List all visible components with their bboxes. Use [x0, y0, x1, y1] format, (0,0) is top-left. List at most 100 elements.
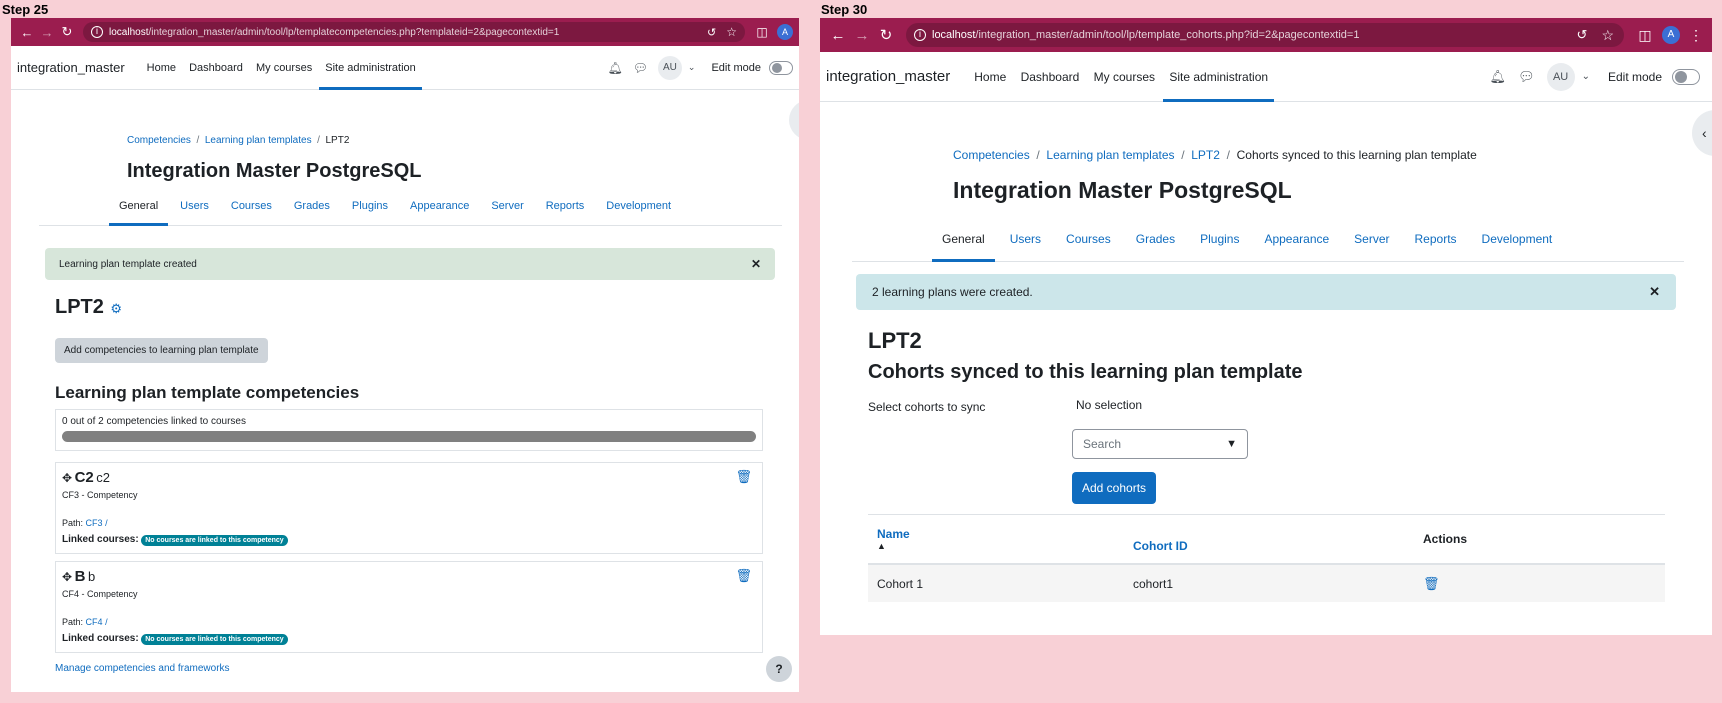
back-icon[interactable]: ←: [17, 25, 37, 40]
path-link[interactable]: CF3: [86, 518, 103, 528]
breadcrumb-competencies[interactable]: Competencies: [953, 148, 1030, 162]
site-title: Integration Master PostgreSQL: [953, 177, 1292, 203]
share-icon[interactable]: ↺: [707, 26, 716, 39]
breadcrumb-learning-plan-templates[interactable]: Learning plan templates: [205, 135, 312, 146]
competency-idnumber: b: [87, 569, 96, 584]
competency-shortname: C2: [74, 469, 94, 486]
breadcrumb-separator: /: [314, 135, 323, 146]
no-courses-badge: No courses are linked to this competency: [141, 535, 288, 546]
tab-courses[interactable]: Courses: [231, 200, 272, 212]
help-button[interactable]: ?: [766, 656, 792, 682]
back-icon[interactable]: ←: [826, 27, 850, 44]
sidepanel-icon[interactable]: ◫: [1634, 27, 1656, 44]
address-bar[interactable]: i localhost/integration_master/admin/too…: [906, 23, 1624, 47]
move-icon[interactable]: ✥: [62, 471, 72, 485]
breadcrumb-lpt2[interactable]: LPT2: [1191, 148, 1220, 162]
tab-server[interactable]: Server: [1354, 232, 1389, 246]
forward-icon[interactable]: →: [37, 25, 57, 40]
user-avatar[interactable]: AU: [1546, 62, 1575, 91]
cohort-id-column-header[interactable]: Cohort ID: [1124, 515, 1414, 565]
tab-general[interactable]: General: [932, 216, 995, 262]
tab-appearance[interactable]: Appearance: [1264, 232, 1329, 246]
sidepanel-icon[interactable]: ◫: [753, 25, 771, 39]
move-icon[interactable]: ✥: [62, 570, 72, 584]
share-icon[interactable]: ↺: [1577, 27, 1588, 43]
sort-asc-icon: ▲: [877, 541, 886, 551]
breadcrumb-competencies[interactable]: Competencies: [127, 135, 191, 146]
tab-reports[interactable]: Reports: [1415, 232, 1457, 246]
site-brand[interactable]: integration_master: [826, 68, 950, 85]
nav-site-administration[interactable]: Site administration: [319, 62, 422, 90]
primary-nav: Home Dashboard My courses Site administr…: [974, 70, 1274, 102]
competency-path: Path: CF3 /: [62, 518, 756, 528]
competency-item: ✥ C2 c2 CF3 - Competency Path: CF3 / Lin…: [55, 462, 763, 554]
edit-mode-toggle[interactable]: [1672, 68, 1700, 85]
name-column-header[interactable]: Name ▲: [868, 515, 1124, 565]
user-menu-chevron-icon[interactable]: ⌄: [1582, 71, 1590, 82]
tab-grades[interactable]: Grades: [294, 200, 330, 212]
path-link[interactable]: CF4: [86, 617, 103, 627]
chat-icon[interactable]: 💬︎: [1518, 69, 1535, 85]
trash-icon[interactable]: 🗑︎: [735, 469, 752, 485]
nav-site-administration[interactable]: Site administration: [1163, 70, 1274, 102]
right-screenshot: ← → ↻ i localhost/integration_master/adm…: [820, 18, 1712, 635]
nav-dashboard[interactable]: Dashboard: [1021, 70, 1080, 84]
nav-home[interactable]: Home: [974, 70, 1006, 84]
nav-my-courses[interactable]: My courses: [1094, 70, 1155, 84]
template-name: LPT2: [868, 328, 922, 353]
tab-general[interactable]: General: [108, 186, 169, 226]
alert-message: Learning plan template created: [59, 258, 197, 270]
site-info-icon[interactable]: i: [914, 29, 926, 41]
chat-icon[interactable]: 💬︎: [633, 61, 648, 75]
tab-users[interactable]: Users: [180, 200, 209, 212]
tab-server[interactable]: Server: [491, 200, 523, 212]
star-icon[interactable]: ☆: [726, 25, 737, 39]
close-icon[interactable]: ✕: [1649, 284, 1660, 300]
edit-mode-toggle[interactable]: [769, 60, 793, 75]
profile-icon[interactable]: A: [1662, 26, 1680, 44]
forward-icon[interactable]: →: [850, 27, 874, 44]
user-avatar[interactable]: AU: [657, 55, 682, 80]
address-bar[interactable]: i localhost/integration_master/admin/too…: [83, 22, 745, 42]
tab-grades[interactable]: Grades: [1136, 232, 1175, 246]
tab-development[interactable]: Development: [606, 200, 671, 212]
drawer-toggle-edge[interactable]: [789, 100, 799, 140]
star-icon[interactable]: ☆: [1601, 27, 1614, 44]
trash-icon[interactable]: 🗑︎: [1423, 576, 1440, 591]
progress-text: 0 out of 2 competencies linked to course…: [62, 416, 246, 427]
site-brand[interactable]: integration_master: [17, 60, 125, 75]
user-menu-chevron-icon[interactable]: ⌄: [688, 62, 696, 73]
progress-bar: [62, 431, 756, 442]
reload-icon[interactable]: ↻: [874, 26, 898, 44]
tab-users[interactable]: Users: [1010, 232, 1041, 246]
tab-development[interactable]: Development: [1482, 232, 1553, 246]
tab-plugins[interactable]: Plugins: [352, 200, 388, 212]
add-competencies-button[interactable]: Add competencies to learning plan templa…: [55, 338, 268, 363]
reload-icon[interactable]: ↻: [57, 24, 77, 40]
bell-icon[interactable]: 🔔︎: [607, 61, 622, 75]
tab-courses[interactable]: Courses: [1066, 232, 1111, 246]
manage-competencies-link[interactable]: Manage competencies and frameworks: [55, 663, 230, 674]
section-heading: Learning plan template competencies: [55, 383, 360, 402]
tab-reports[interactable]: Reports: [546, 200, 585, 212]
cohort-search-select[interactable]: Search ▼: [1072, 429, 1248, 459]
nav-my-courses[interactable]: My courses: [256, 62, 312, 74]
competency-heading: ✥ B b: [62, 568, 756, 585]
linked-courses: Linked courses: No courses are linked to…: [62, 633, 756, 645]
tab-appearance[interactable]: Appearance: [410, 200, 469, 212]
nav-dashboard[interactable]: Dashboard: [189, 62, 243, 74]
more-menu-icon[interactable]: ⋮: [1686, 27, 1706, 44]
bell-icon[interactable]: 🔔︎: [1490, 69, 1507, 85]
edit-mode-label: Edit mode: [1607, 69, 1662, 84]
tab-plugins[interactable]: Plugins: [1200, 232, 1239, 246]
nav-home[interactable]: Home: [147, 62, 176, 74]
add-cohorts-button[interactable]: Add cohorts: [1072, 472, 1157, 504]
gear-icon[interactable]: ⚙: [110, 301, 122, 316]
trash-icon[interactable]: 🗑︎: [735, 568, 752, 584]
search-placeholder: Search: [1083, 437, 1122, 451]
site-info-icon[interactable]: i: [91, 26, 103, 38]
profile-icon[interactable]: A: [777, 24, 793, 40]
breadcrumb-learning-plan-templates[interactable]: Learning plan templates: [1046, 148, 1174, 162]
close-icon[interactable]: ✕: [751, 257, 761, 271]
drawer-toggle[interactable]: ‹: [1692, 110, 1712, 156]
